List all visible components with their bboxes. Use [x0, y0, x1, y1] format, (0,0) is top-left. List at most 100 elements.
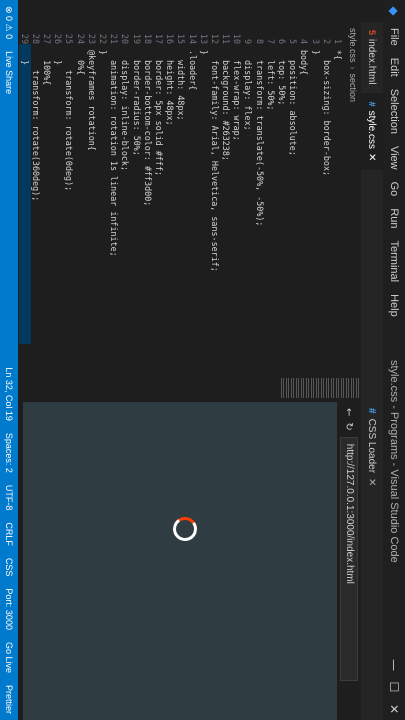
minimize-icon[interactable]: — [383, 654, 405, 676]
browser-tab[interactable]: # CSS Loader ✕ [361, 402, 383, 720]
line-number: 29 [19, 33, 30, 44]
code-line[interactable]: 5 position: absolute; [287, 22, 298, 402]
line-text: border-radius: 50%; [131, 50, 142, 156]
status-cursor-position[interactable]: Ln 32, Col 19 [4, 361, 14, 427]
reload-icon[interactable]: ↻ [344, 422, 355, 430]
line-text: } [198, 50, 209, 56]
line-number: 5 [288, 38, 299, 44]
status-eol[interactable]: CRLF [4, 516, 14, 552]
code-line[interactable]: 15 width: 48px; [175, 22, 186, 402]
code-line[interactable]: 21 animation: rotation 1s linear infinit… [108, 22, 119, 402]
tab-style-css[interactable]: # style.css ✕ [361, 93, 383, 171]
code-line[interactable]: 4 body{ [298, 22, 309, 402]
code-line[interactable]: 7 left: 50%; [265, 22, 276, 402]
code-line[interactable]: 6 top: 50%; [276, 22, 287, 402]
code-line[interactable]: 8 transform: translate(-50%, -50%); [254, 22, 265, 402]
status-encoding[interactable]: UTF-8 [4, 479, 14, 517]
code-line[interactable]: 14 .loader{ [186, 22, 198, 402]
menu-view[interactable]: View [388, 140, 400, 176]
code-line[interactable]: 3} [309, 22, 321, 402]
status-go-live[interactable]: Go Live [4, 636, 14, 679]
code-line[interactable]: 25 transform: rotate(0deg); [63, 22, 75, 402]
back-icon[interactable]: ← [344, 408, 355, 416]
code-line[interactable]: 29 } [19, 22, 30, 402]
code-line[interactable]: 17 border: 5px solid #fff; [153, 22, 164, 402]
code-line[interactable]: 26 } [52, 22, 63, 402]
line-number: 1 [333, 38, 343, 44]
breadcrumb-file[interactable]: style.css [348, 28, 358, 63]
line-text: transform: rotate(0deg); [64, 50, 75, 192]
code-line[interactable]: 1 *{ [332, 22, 343, 402]
close-icon[interactable]: ✕ [367, 478, 378, 486]
code-line[interactable]: 11 background: #263238; [220, 22, 231, 402]
url-input[interactable]: http://127.0.0.1:3000/index.html [340, 436, 358, 681]
minimap-line [343, 378, 345, 398]
line-number: 6 [277, 38, 288, 44]
maximize-icon[interactable]: ☐ [383, 676, 405, 698]
tab-index-html[interactable]: 5 index.html [361, 22, 383, 94]
line-text: animation: rotation 1s linear infinite; [109, 50, 120, 257]
vscode-window: ◆ File Edit Selection View Go Run Termin… [0, 0, 405, 720]
code-line[interactable]: 2 box-sizing: border-box; [321, 22, 332, 402]
minimap-line [353, 378, 355, 398]
code-editor[interactable]: 1 *{2 box-sizing: border-box; 3} 4 body{5 po… [0, 22, 343, 402]
line-number: 7 [265, 38, 276, 44]
menu-terminal[interactable]: Terminal [388, 235, 400, 289]
minimap[interactable] [16, 376, 361, 400]
status-bar: ⊗ 0 ⚠ 0 Live Share Ln 32, Col 19 Spaces:… [0, 0, 18, 720]
status-live-share[interactable]: Live Share [4, 45, 14, 100]
code-line[interactable]: 9 display: flex; [242, 22, 254, 402]
breadcrumb: style.css › section [345, 22, 361, 408]
minimap-line [338, 378, 340, 398]
code-line[interactable]: 10 flex-wrap: wrap; [231, 22, 242, 402]
code-line[interactable]: 13} [198, 22, 209, 402]
minimap-line [286, 378, 287, 398]
code-line[interactable]: 19 border-radius: 50%; [130, 22, 142, 402]
code-line[interactable]: 27 100%{ [41, 22, 52, 402]
status-indentation[interactable]: Spaces: 2 [4, 427, 14, 479]
line-number: 26 [53, 33, 64, 44]
line-text: } [53, 50, 64, 66]
minimap-line [306, 378, 307, 398]
line-text: display: flex; [243, 50, 254, 131]
line-number: 17 [154, 33, 164, 44]
code-line[interactable]: 18 border-bottom-color: #ff3d00; [142, 22, 153, 402]
tab-label: index.html [366, 39, 378, 85]
code-line[interactable]: 24 0%{ [75, 22, 86, 402]
minimap-line [323, 378, 325, 398]
close-icon[interactable]: ✕ [383, 698, 405, 720]
minimap-line [356, 378, 357, 398]
status-problems[interactable]: ⊗ 0 ⚠ 0 [4, 0, 15, 45]
minimap-line [298, 378, 300, 398]
menu-selection[interactable]: Selection [388, 83, 400, 140]
minimap-line [348, 378, 350, 398]
code-line[interactable]: 28 transform: rotate(360deg); [30, 22, 41, 402]
code-line[interactable]: 16 height: 48px; [164, 22, 175, 402]
menu-help[interactable]: Help [388, 288, 400, 323]
breadcrumb-symbol[interactable]: section [348, 74, 358, 103]
code-line[interactable]: 22} [97, 22, 108, 402]
line-number: 23 [86, 33, 97, 44]
line-number: 16 [165, 33, 176, 44]
line-number: 14 [187, 33, 198, 44]
menu-file[interactable]: File [388, 22, 400, 52]
line-text: 0%{ [75, 50, 86, 76]
status-port[interactable]: Port: 3000 [4, 582, 14, 636]
line-number: 8 [254, 38, 265, 44]
code-line[interactable]: 20 display: inline-block; [119, 22, 130, 402]
code-line[interactable]: 12 font-family: Arial, Helvetica, sans-s… [209, 22, 220, 402]
url-bar: ← ↻ http://127.0.0.1:3000/index.html [337, 402, 361, 720]
line-text: flex-wrap: wrap; [232, 50, 243, 141]
line-number: 21 [109, 33, 120, 44]
editor-pane: 5 index.html # style.css ✕ style.css › s… [0, 22, 383, 402]
code-line[interactable]: 23 @keyframes rotation{ [86, 22, 97, 402]
menu-go[interactable]: Go [388, 176, 400, 203]
line-text: .loader{ [187, 50, 198, 91]
menu-edit[interactable]: Edit [388, 52, 400, 83]
close-tab-icon[interactable]: ✕ [367, 153, 378, 161]
minimap-line [283, 378, 285, 398]
menu-run[interactable]: Run [388, 202, 400, 234]
status-prettier[interactable]: Prettier [4, 679, 14, 720]
line-text: border: 5px solid #fff; [154, 50, 164, 177]
status-language[interactable]: CSS [4, 552, 14, 583]
